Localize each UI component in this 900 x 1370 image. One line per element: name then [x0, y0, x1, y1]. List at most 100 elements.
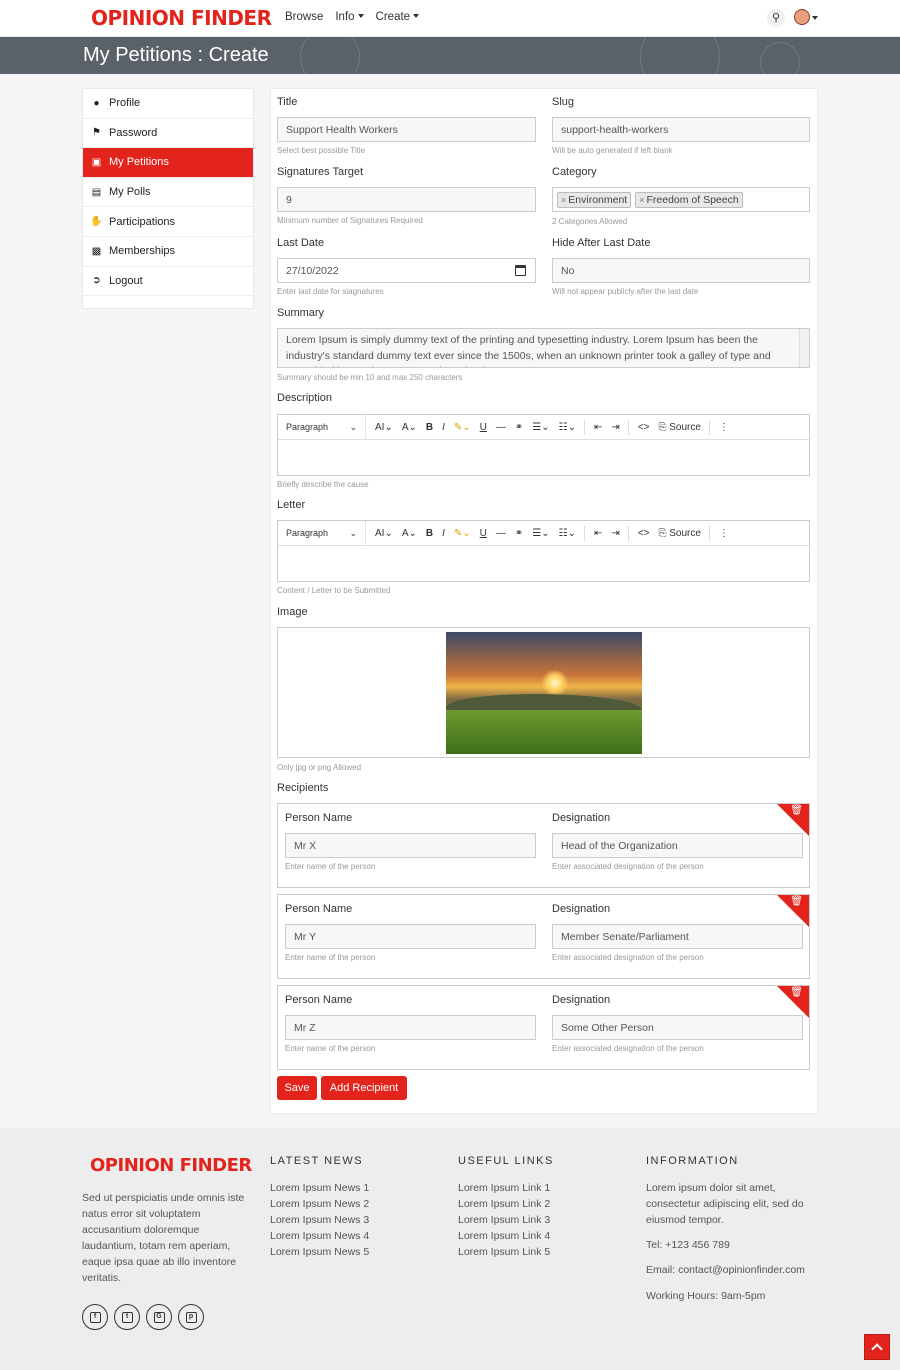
remove-tag-icon[interactable]: × [639, 195, 644, 205]
indent-icon[interactable]: ⇥ [611, 528, 619, 539]
last-date-input[interactable]: 27/10/2022 [277, 258, 536, 283]
sidebar-item-password[interactable]: ⚑ Password [83, 119, 253, 149]
paragraph-format-dropdown[interactable]: Paragraph ⌄ [278, 414, 366, 440]
person-name-input[interactable]: Mr X [285, 833, 536, 858]
person-name-help: Enter name of the person [285, 953, 376, 962]
toolbar-divider [627, 419, 629, 435]
horizontal-line-icon[interactable]: — [496, 528, 506, 539]
trash-icon[interactable]: 🗑 [790, 987, 803, 998]
person-name-label: Person Name [285, 994, 353, 1006]
google-plus-icon[interactable]: G [146, 1304, 172, 1330]
paragraph-format-dropdown[interactable]: Paragraph ⌄ [278, 520, 366, 546]
nav-info-dropdown[interactable]: Info [335, 11, 363, 23]
italic-icon[interactable]: I [442, 422, 445, 433]
underline-icon[interactable]: U [480, 528, 487, 539]
news-link[interactable]: Lorem Ipsum News 1 [270, 1180, 369, 1196]
useful-link[interactable]: Lorem Ipsum Link 5 [458, 1244, 550, 1260]
designation-input[interactable]: Some Other Person [552, 1015, 803, 1040]
designation-input[interactable]: Member Senate/Parliament [552, 924, 803, 949]
news-link[interactable]: Lorem Ipsum News 3 [270, 1212, 369, 1228]
signatures-label: Signatures Target [277, 166, 364, 178]
nav-browse[interactable]: Browse [285, 11, 323, 23]
bold-icon[interactable]: B [426, 528, 433, 539]
source-button[interactable]: ⎘ Source [658, 422, 700, 433]
id-card-icon: ▩ [91, 245, 102, 257]
information-heading: INFORMATION [646, 1155, 739, 1167]
save-button[interactable]: Save [277, 1076, 317, 1100]
trash-icon[interactable]: 🗑 [790, 805, 803, 816]
add-recipient-button[interactable]: Add Recipient [321, 1076, 407, 1100]
chevron-down-icon[interactable] [812, 16, 818, 20]
image-upload[interactable] [277, 627, 810, 758]
underline-icon[interactable]: U [480, 422, 487, 433]
bulleted-list-icon[interactable]: ☰⌄ [532, 528, 549, 539]
search-icon[interactable]: ⚲ [767, 9, 785, 27]
tag-label: Freedom of Speech [646, 193, 739, 206]
hide-after-select[interactable]: No [552, 258, 810, 283]
contact-email[interactable]: Email: contact@opinionfinder.com [646, 1262, 818, 1278]
font-size-icon[interactable]: AI⌄ [375, 422, 393, 433]
calendar-icon[interactable] [515, 265, 526, 276]
trash-icon[interactable]: 🗑 [790, 896, 803, 907]
outdent-icon[interactable]: ⇤ [594, 528, 602, 539]
font-family-icon[interactable]: A⌄ [402, 528, 417, 539]
more-options-icon[interactable]: ⋮ [719, 422, 729, 433]
summary-textarea[interactable]: Lorem Ipsum is simply dummy text of the … [277, 328, 810, 368]
numbered-list-icon[interactable]: ☷⌄ [559, 528, 576, 539]
font-family-icon[interactable]: A⌄ [402, 422, 417, 433]
designation-input[interactable]: Head of the Organization [552, 833, 803, 858]
editor-toolbar: Paragraph ⌄ AI⌄ A⌄ B I ✎⌄ U — ⚭ ☰⌄ ☷⌄ ⇤ ⇥… [278, 414, 809, 440]
highlight-icon[interactable]: ✎⌄ [454, 528, 471, 539]
useful-link[interactable]: Lorem Ipsum Link 3 [458, 1212, 550, 1228]
letter-editor[interactable]: Paragraph ⌄ AI⌄ A⌄ B I ✎⌄ U — ⚭ ☰⌄ ☷⌄ ⇤ ⇥… [277, 520, 810, 582]
signatures-input[interactable]: 9 [277, 187, 536, 212]
slug-input[interactable]: support-health-workers [552, 117, 810, 142]
footer-logo[interactable]: OPINION FINDER [90, 1155, 252, 1176]
scroll-to-top-button[interactable] [864, 1334, 890, 1360]
user-avatar[interactable] [794, 9, 810, 25]
letter-label: Letter [277, 499, 306, 511]
twitter-icon[interactable]: t [114, 1304, 140, 1330]
nav-create-dropdown[interactable]: Create [376, 11, 420, 23]
font-size-icon[interactable]: AI⌄ [375, 528, 393, 539]
facebook-icon[interactable]: f [82, 1304, 108, 1330]
summary-scrollbar[interactable] [799, 329, 809, 367]
sidebar-item-my-polls[interactable]: ▤ My Polls [83, 178, 253, 208]
sidebar-item-participations[interactable]: ✋ Participations [83, 207, 253, 237]
useful-link[interactable]: Lorem Ipsum Link 4 [458, 1228, 550, 1244]
person-name-input[interactable]: Mr Z [285, 1015, 536, 1040]
hide-after-label: Hide After Last Date [552, 237, 651, 249]
remove-tag-icon[interactable]: × [561, 195, 566, 205]
news-link[interactable]: Lorem Ipsum News 5 [270, 1244, 369, 1260]
sidebar-item-label: My Petitions [109, 156, 169, 169]
code-icon[interactable]: <> [638, 422, 650, 433]
outdent-icon[interactable]: ⇤ [594, 422, 602, 433]
bold-icon[interactable]: B [426, 422, 433, 433]
title-input[interactable]: Support Health Workers [277, 117, 536, 142]
sidebar-item-logout[interactable]: ➲ Logout [83, 267, 253, 297]
editor-toolbar: Paragraph ⌄ AI⌄ A⌄ B I ✎⌄ U — ⚭ ☰⌄ ☷⌄ ⇤ ⇥… [278, 520, 809, 546]
useful-link[interactable]: Lorem Ipsum Link 2 [458, 1196, 550, 1212]
more-options-icon[interactable]: ⋮ [719, 528, 729, 539]
source-button[interactable]: ⎘ Source [658, 528, 700, 539]
sidebar-item-memberships[interactable]: ▩ Memberships [83, 237, 253, 267]
category-multiselect[interactable]: × Environment × Freedom of Speech [552, 187, 810, 212]
pinterest-icon[interactable]: p [178, 1304, 204, 1330]
code-icon[interactable]: <> [638, 528, 650, 539]
link-icon[interactable]: ⚭ [515, 528, 523, 539]
news-link[interactable]: Lorem Ipsum News 2 [270, 1196, 369, 1212]
news-link[interactable]: Lorem Ipsum News 4 [270, 1228, 369, 1244]
site-logo[interactable]: OPINION FINDER [91, 6, 272, 30]
person-name-input[interactable]: Mr Y [285, 924, 536, 949]
sidebar-item-my-petitions[interactable]: ▣ My Petitions [83, 148, 253, 178]
link-icon[interactable]: ⚭ [515, 422, 523, 433]
horizontal-line-icon[interactable]: — [496, 422, 506, 433]
sidebar-item-profile[interactable]: ● Profile [83, 89, 253, 119]
highlight-icon[interactable]: ✎⌄ [454, 422, 471, 433]
description-editor[interactable]: Paragraph ⌄ AI⌄ A⌄ B I ✎⌄ U — ⚭ ☰⌄ ☷⌄ ⇤ ⇥… [277, 414, 810, 476]
bulleted-list-icon[interactable]: ☰⌄ [532, 422, 549, 433]
useful-link[interactable]: Lorem Ipsum Link 1 [458, 1180, 550, 1196]
indent-icon[interactable]: ⇥ [611, 422, 619, 433]
italic-icon[interactable]: I [442, 528, 445, 539]
numbered-list-icon[interactable]: ☷⌄ [559, 422, 576, 433]
